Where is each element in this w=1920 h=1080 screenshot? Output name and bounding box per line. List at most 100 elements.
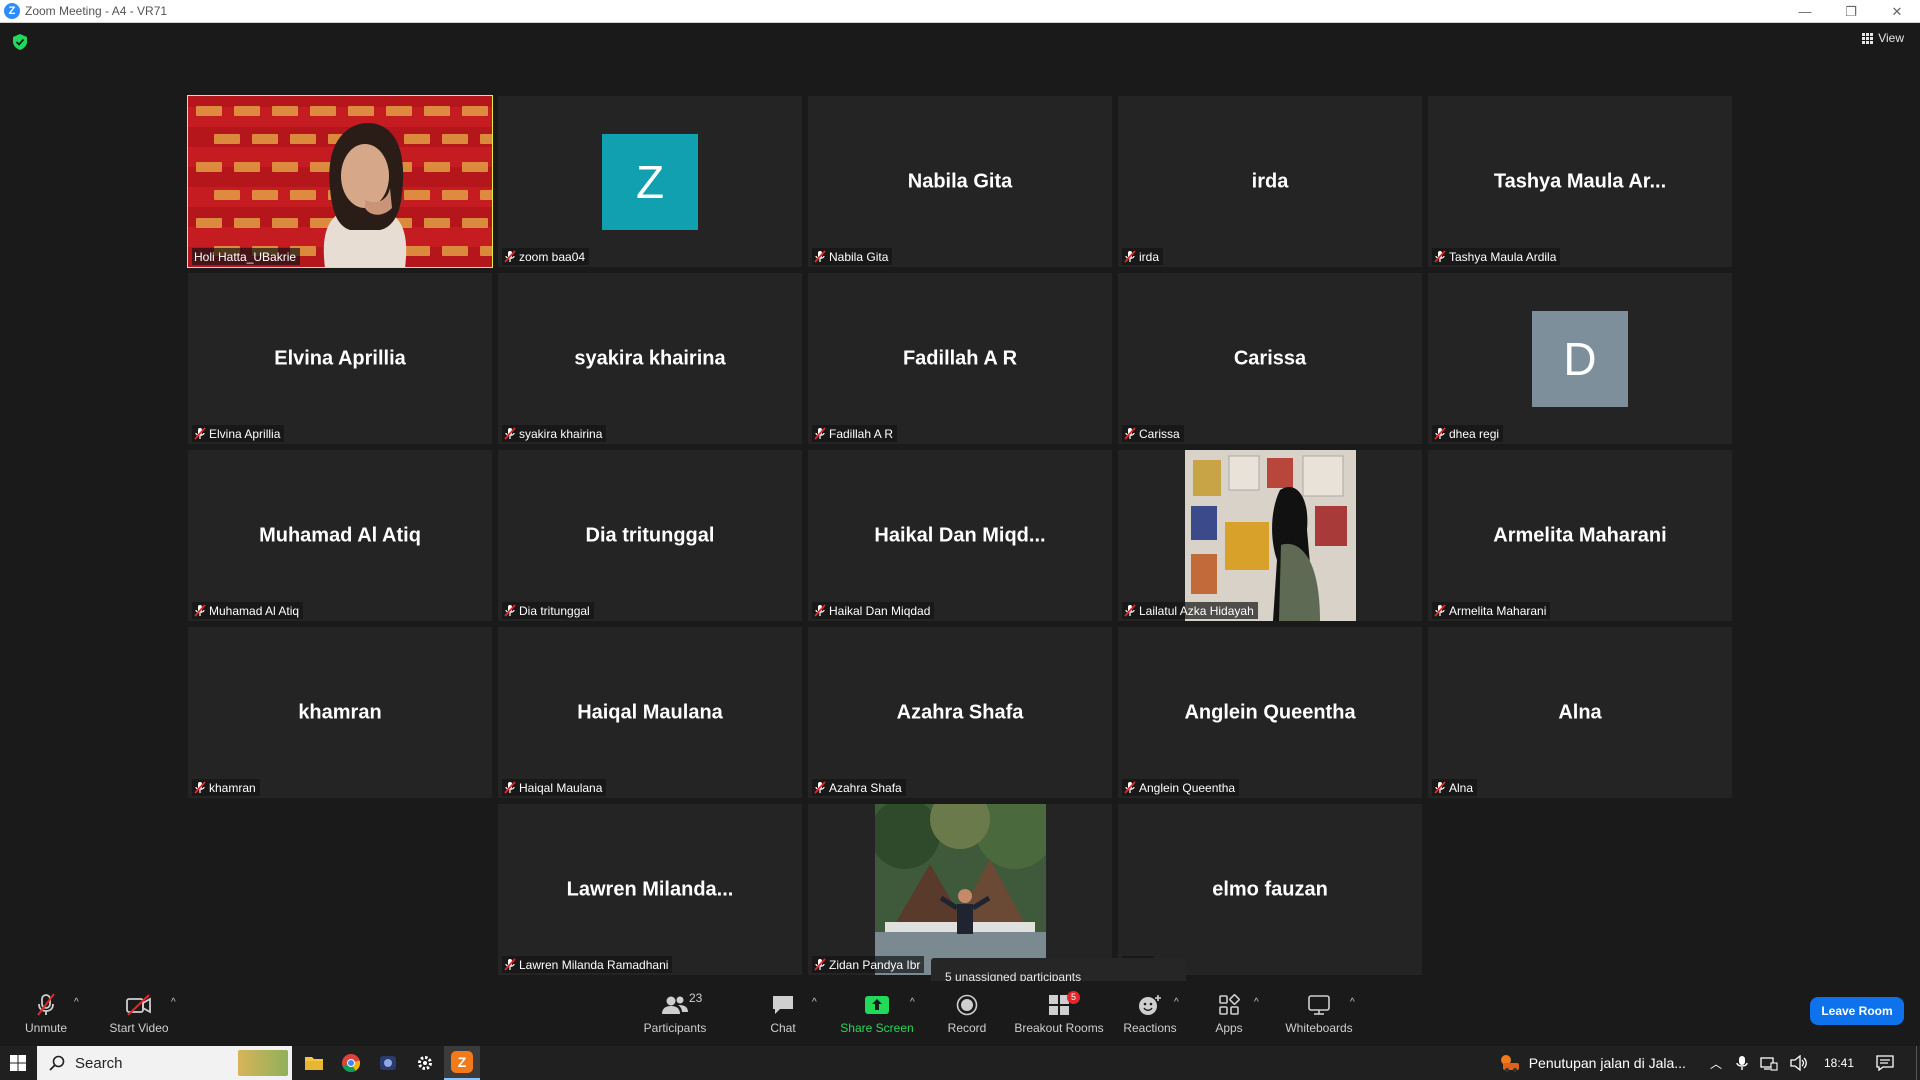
record-label: Record <box>947 1020 987 1035</box>
show-desktop-button[interactable] <box>1916 1046 1920 1080</box>
participant-tile[interactable]: Fadillah A R Fadillah A R <box>808 273 1112 444</box>
clock[interactable]: 18:41 <box>1824 1056 1854 1070</box>
participant-tile[interactable]: Alna Alna <box>1428 627 1732 798</box>
participant-name-text: Haiqal Maulana <box>519 780 603 795</box>
backdrop-logo <box>252 190 278 200</box>
start-video-label: Start Video <box>109 1020 169 1035</box>
network-icon[interactable] <box>1760 1055 1778 1071</box>
reactions-icon <box>1139 994 1161 1015</box>
participant-tile[interactable]: Anglein Queentha Anglein Queentha <box>1118 627 1422 798</box>
participant-name-text: Armelita Maharani <box>1449 603 1547 618</box>
notifications-icon[interactable] <box>1876 1055 1894 1071</box>
close-button[interactable]: ✕ <box>1874 0 1920 23</box>
participant-tile[interactable]: Armelita Maharani Armelita Maharani <box>1428 450 1732 621</box>
participant-tile[interactable]: Tashya Maula Ar... Tashya Maula Ardila <box>1428 96 1732 267</box>
tray-expand-chevron-icon[interactable]: ︿ <box>1710 1055 1722 1072</box>
participant-tile[interactable]: Dia tritunggal Dia tritunggal <box>498 450 802 621</box>
start-video-button[interactable]: Start Video <box>105 981 173 1046</box>
zoom-taskbar-button[interactable]: Z <box>444 1046 480 1080</box>
windows-start-button[interactable] <box>0 1046 36 1080</box>
apps-button[interactable]: Apps <box>1210 981 1248 1046</box>
muted-microphone-icon <box>814 604 826 617</box>
chat-button[interactable]: Chat <box>760 981 806 1046</box>
share-options-caret[interactable]: ^ <box>910 997 915 1008</box>
participant-tile[interactable]: Zidan Pandya Ibr <box>808 804 1112 975</box>
participant-tile[interactable]: Elvina Aprillia Elvina Aprillia <box>188 273 492 444</box>
speaker-person <box>323 123 407 267</box>
video-off-icon <box>126 993 151 1016</box>
chat-options-caret[interactable]: ^ <box>812 997 817 1008</box>
participants-button[interactable]: 23 Participants <box>640 981 710 1046</box>
apps-label: Apps <box>1215 1020 1243 1035</box>
apps-options-caret[interactable]: ^ <box>1254 997 1259 1008</box>
encryption-shield-icon[interactable] <box>13 34 27 50</box>
participant-name-text: syakira khairina <box>519 426 603 441</box>
participant-tile[interactable]: Azahra Shafa Azahra Shafa <box>808 627 1112 798</box>
microphone-tray-icon[interactable] <box>1736 1055 1748 1071</box>
whiteboards-button[interactable]: Whiteboards <box>1282 981 1356 1046</box>
whiteboards-options-caret[interactable]: ^ <box>1350 997 1355 1008</box>
participants-label: Participants <box>643 1020 707 1035</box>
backdrop-logo <box>386 106 412 116</box>
view-button[interactable]: View <box>1862 31 1904 45</box>
backdrop-logo <box>442 134 468 144</box>
backdrop-logo <box>442 246 468 256</box>
whiteboard-icon <box>1308 994 1330 1015</box>
settings-taskbar-button[interactable] <box>407 1046 443 1080</box>
participant-tile[interactable]: Muhamad Al Atiq Muhamad Al Atiq <box>188 450 492 621</box>
backdrop-logo <box>252 134 278 144</box>
reactions-button[interactable]: Reactions <box>1123 981 1177 1046</box>
participant-display-name: elmo fauzan <box>1212 878 1328 900</box>
participant-tile[interactable]: irda irda <box>1118 96 1422 267</box>
volume-icon[interactable] <box>1790 1055 1808 1071</box>
participant-tile[interactable]: Lawren Milanda... Lawren Milanda Ramadhan… <box>498 804 802 975</box>
participant-name-text: Zidan Pandya Ibr <box>829 957 921 972</box>
news-widget[interactable]: Penutupan jalan di Jala... <box>1499 1053 1686 1073</box>
muted-microphone-icon <box>504 958 516 971</box>
participant-tile[interactable]: Nabila Gita Nabila Gita <box>808 96 1112 267</box>
restore-button[interactable]: ❐ <box>1828 0 1874 23</box>
participant-name-text: Alna <box>1449 780 1474 795</box>
chrome-taskbar-button[interactable] <box>333 1046 369 1080</box>
muted-microphone-icon <box>1434 427 1446 440</box>
participant-name-label: Nabila Gita <box>812 248 893 265</box>
participant-tile[interactable]: syakira khairina syakira khairina <box>498 273 802 444</box>
participant-name-text: khamran <box>209 780 256 795</box>
audio-options-caret[interactable]: ^ <box>74 997 79 1008</box>
participant-tile[interactable]: Zzoom baa04 <box>498 96 802 267</box>
participant-tile[interactable]: Lailatul Azka Hidayah <box>1118 450 1422 621</box>
obs-taskbar-button[interactable] <box>370 1046 406 1080</box>
participant-name-text: Muhamad Al Atiq <box>209 603 300 618</box>
leave-room-button[interactable]: Leave Room <box>1810 997 1904 1025</box>
participants-icon <box>662 996 688 1014</box>
apps-icon <box>1219 993 1240 1015</box>
participant-tile[interactable]: Haiqal Maulana Haiqal Maulana <box>498 627 802 798</box>
unmute-button[interactable]: Unmute <box>20 981 72 1046</box>
share-screen-button[interactable]: Share Screen <box>840 981 914 1046</box>
record-button[interactable]: Record <box>944 981 990 1046</box>
participant-video <box>188 96 492 267</box>
participants-count: 23 <box>689 990 703 1005</box>
file-explorer-taskbar-button[interactable] <box>296 1046 332 1080</box>
system-tray: Penutupan jalan di Jala... ︿ 18:41 <box>1499 1046 1920 1080</box>
taskbar-search-box[interactable]: Search <box>37 1046 292 1080</box>
participant-tile[interactable]: Carissa Carissa <box>1118 273 1422 444</box>
breakout-rooms-button[interactable]: 5 Breakout Rooms <box>1013 981 1105 1046</box>
traffic-alert-icon <box>1500 1055 1519 1072</box>
video-options-caret[interactable]: ^ <box>171 997 176 1008</box>
participant-tile[interactable]: Holi Hatta_UBakrie <box>187 95 493 268</box>
minimize-button[interactable]: — <box>1782 0 1828 23</box>
participant-name-label: irda <box>1122 248 1164 265</box>
search-label: Search <box>75 1054 123 1072</box>
participant-tile[interactable]: Ddhea regi <box>1428 273 1732 444</box>
muted-microphone-icon <box>1124 427 1136 440</box>
muted-microphone-icon <box>1124 604 1136 617</box>
participant-name-label: Anglein Queentha <box>1122 779 1240 796</box>
reactions-label: Reactions <box>1123 1020 1177 1035</box>
reactions-options-caret[interactable]: ^ <box>1174 997 1179 1008</box>
backdrop-logo <box>424 218 450 228</box>
participant-tile[interactable]: Haikal Dan Miqd... Haikal Dan Miqdad <box>808 450 1112 621</box>
participant-tile[interactable]: khamran khamran <box>188 627 492 798</box>
participant-tile[interactable]: elmo fauzanuzan <box>1118 804 1422 975</box>
participant-video <box>875 804 1046 975</box>
